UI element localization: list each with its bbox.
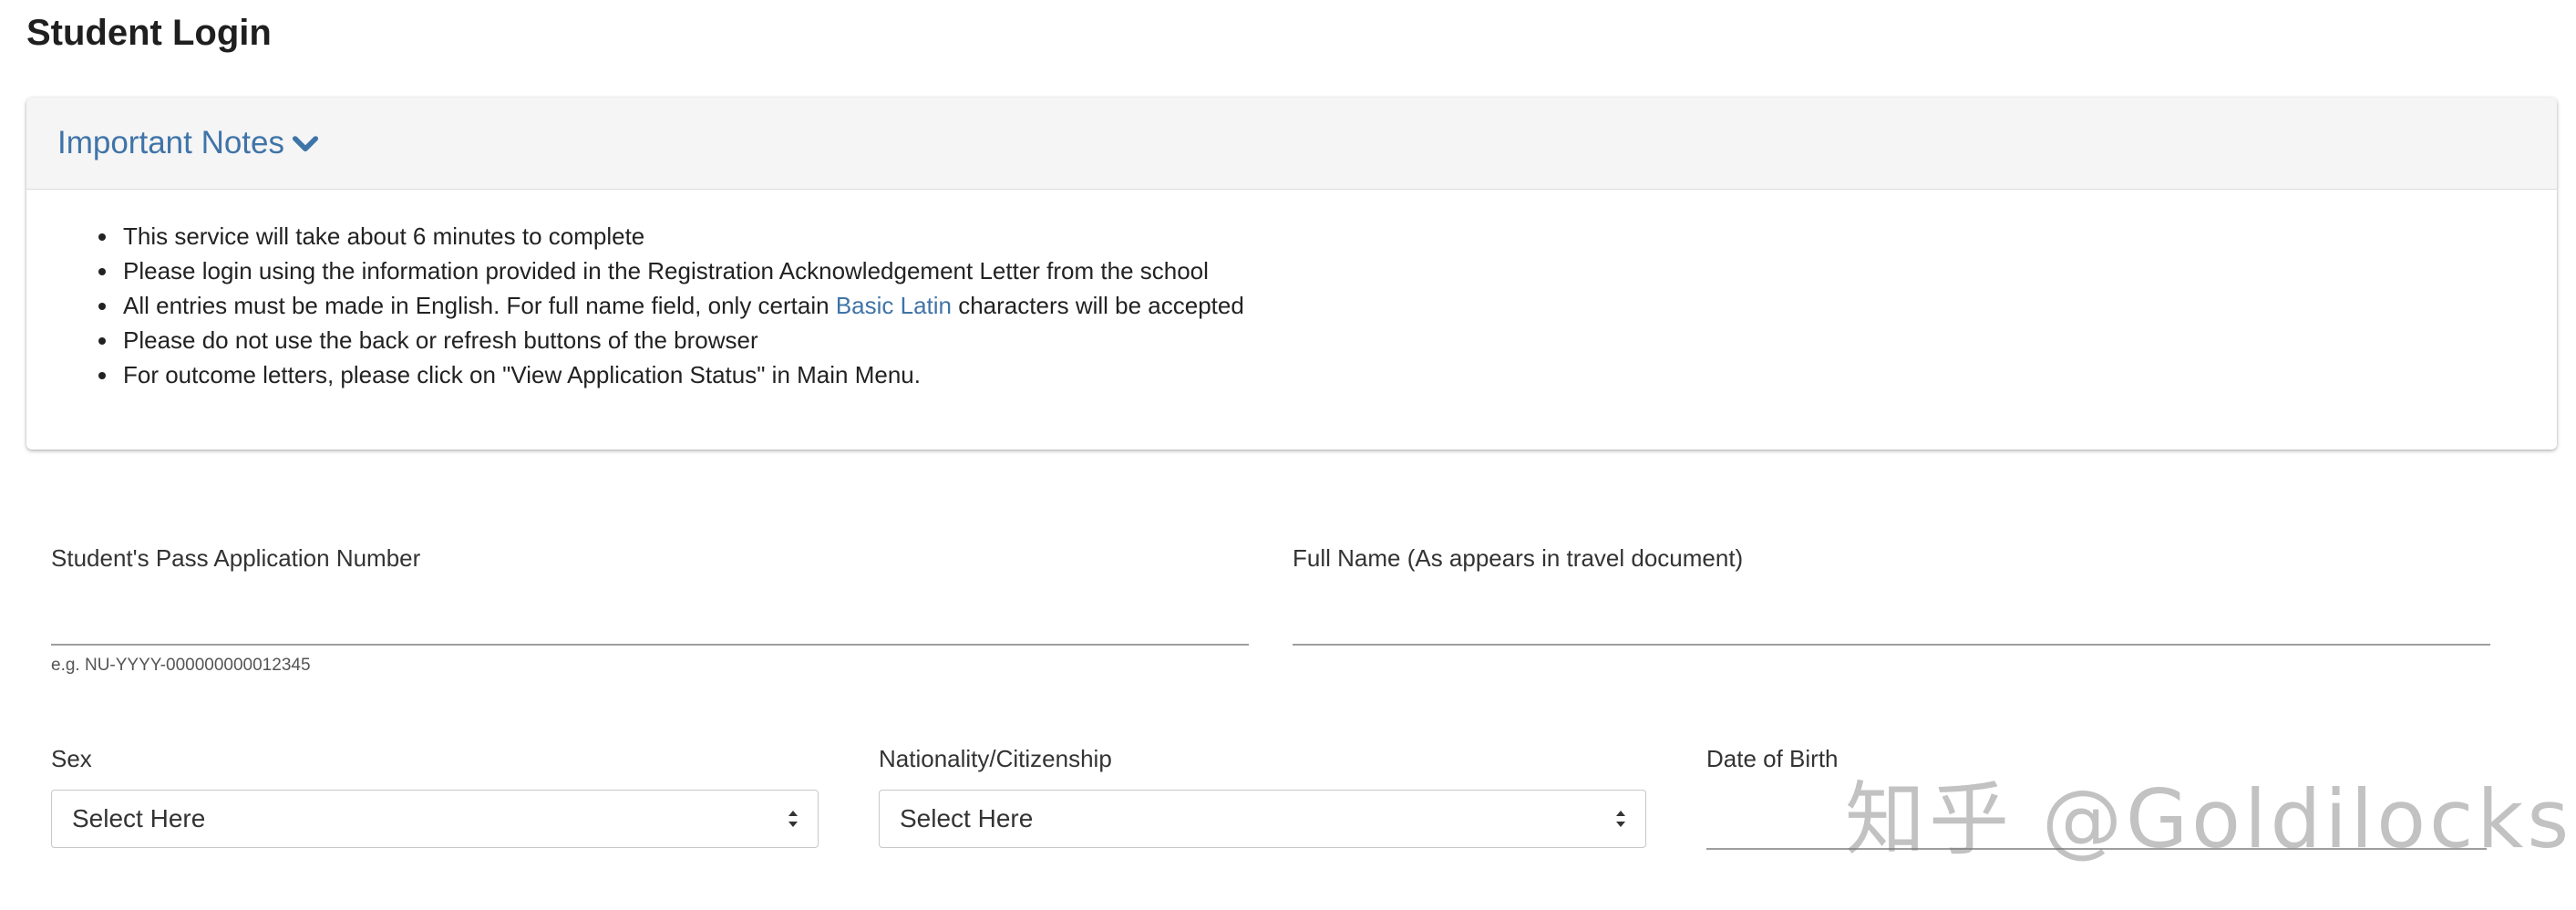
full-name-label: Full Name (As appears in travel document… bbox=[1293, 544, 1744, 572]
list-item: Please do not use the back or refresh bu… bbox=[119, 323, 2557, 357]
list-item: All entries must be made in English. For… bbox=[119, 288, 2557, 323]
important-notes-body: This service will take about 6 minutes t… bbox=[26, 190, 2557, 392]
page-title: Student Login bbox=[26, 13, 272, 53]
select-arrows-icon bbox=[1616, 811, 1625, 827]
important-notes-toggle[interactable]: Important Notes bbox=[26, 98, 2557, 190]
full-name-input[interactable] bbox=[1293, 602, 2490, 646]
application-number-label: Student's Pass Application Number bbox=[51, 544, 421, 572]
chevron-down-icon bbox=[292, 136, 319, 152]
list-item: For outcome letters, please click on "Vi… bbox=[119, 357, 2557, 392]
nationality-select[interactable]: Select Here bbox=[879, 790, 1646, 848]
application-number-hint: e.g. NU-YYYY-000000000012345 bbox=[51, 656, 311, 675]
basic-latin-link[interactable]: Basic Latin bbox=[836, 292, 952, 319]
notes-list: This service will take about 6 minutes t… bbox=[26, 219, 2557, 392]
date-of-birth-label: Date of Birth bbox=[1706, 745, 1839, 772]
list-item-text: characters will be accepted bbox=[952, 292, 1244, 319]
sex-label: Sex bbox=[51, 745, 92, 772]
list-item: This service will take about 6 minutes t… bbox=[119, 219, 2557, 253]
important-notes-panel: Important Notes This service will take a… bbox=[26, 98, 2557, 450]
list-item: Please login using the information provi… bbox=[119, 253, 2557, 288]
important-notes-title: Important Notes bbox=[57, 125, 284, 160]
application-number-input[interactable] bbox=[51, 602, 1249, 646]
nationality-label: Nationality/Citizenship bbox=[879, 745, 1112, 772]
sex-select-value: Select Here bbox=[72, 804, 206, 832]
sex-select[interactable]: Select Here bbox=[51, 790, 819, 848]
nationality-select-value: Select Here bbox=[900, 804, 1034, 832]
watermark: 知乎 @Goldilocks bbox=[1845, 772, 2573, 866]
list-item-text: All entries must be made in English. For… bbox=[123, 292, 836, 319]
select-arrows-icon bbox=[788, 811, 798, 827]
